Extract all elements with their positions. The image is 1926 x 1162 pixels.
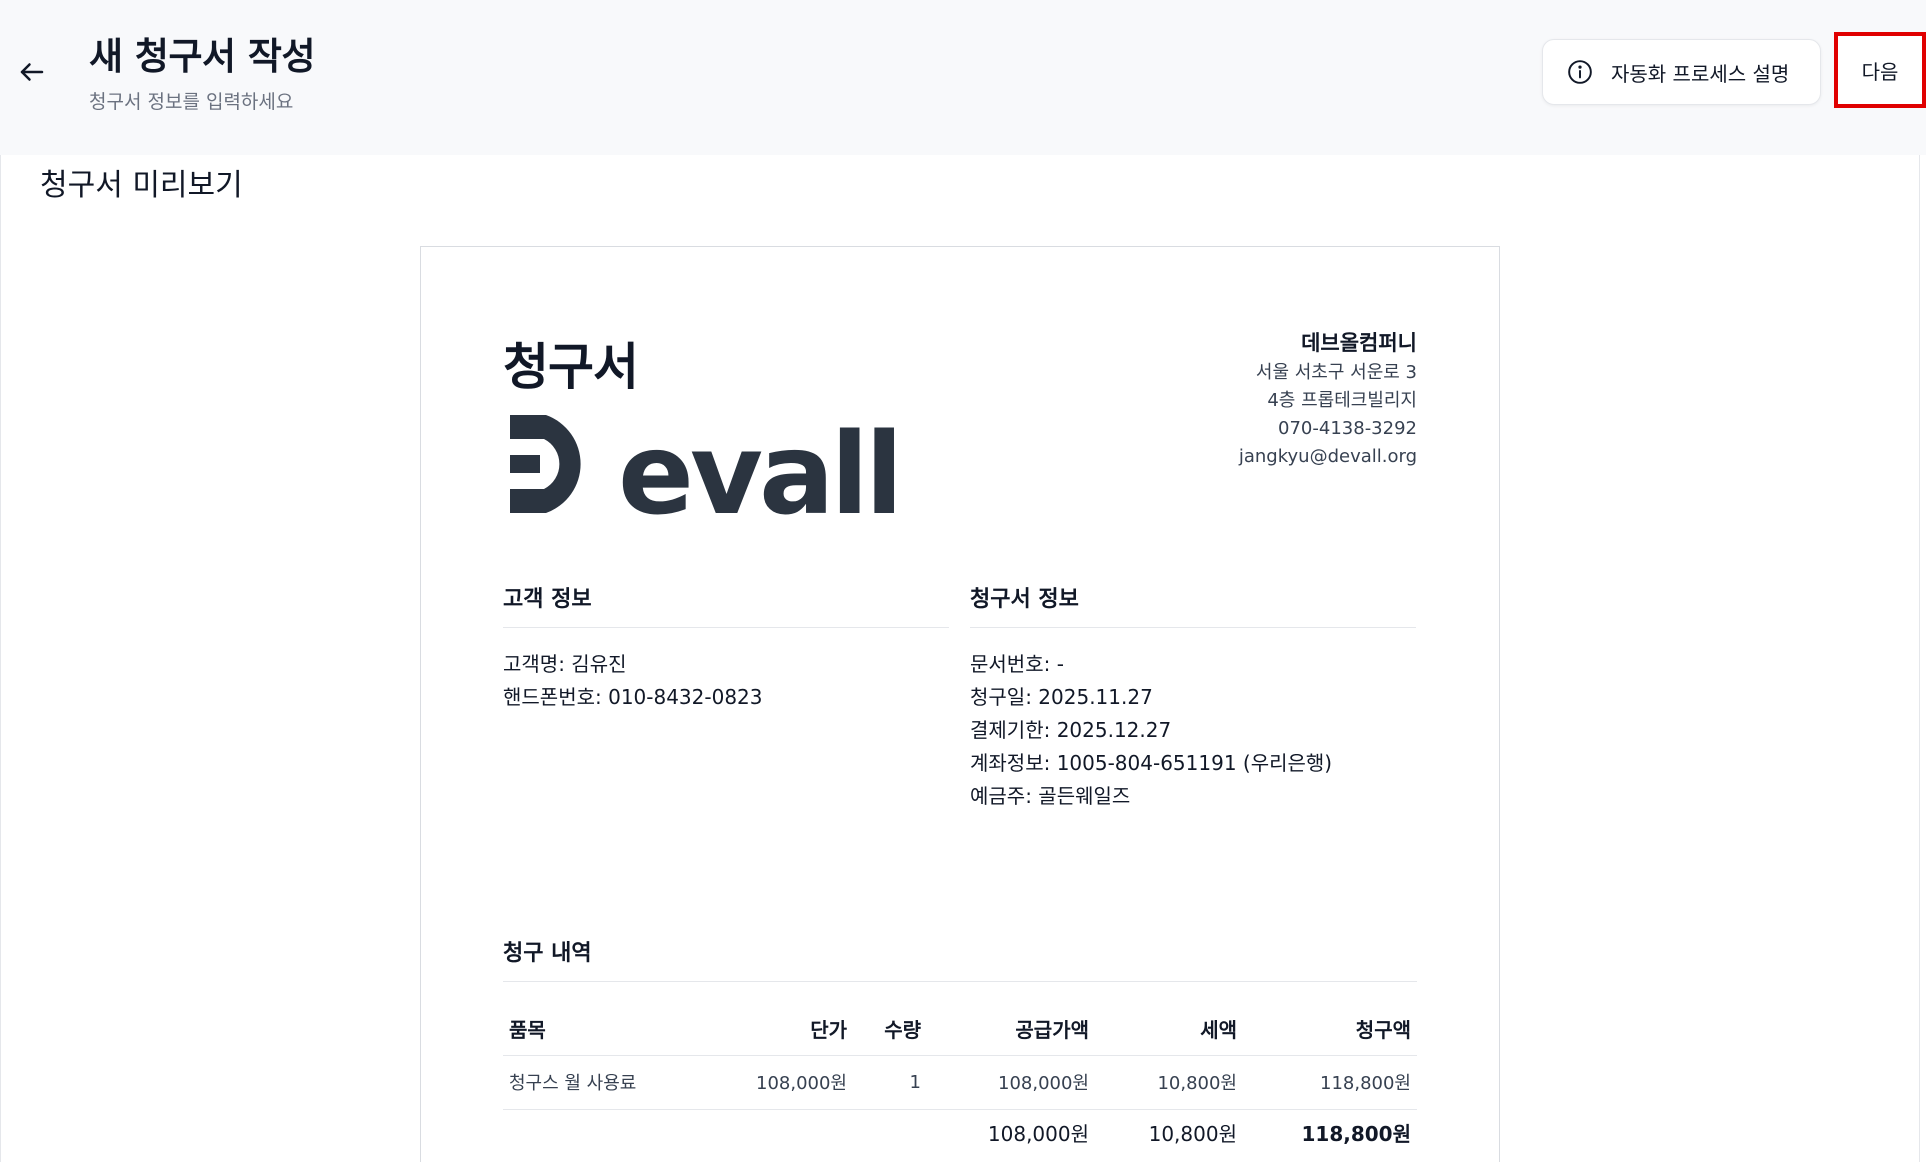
account-info: 계좌정보: 1005-804-651191 (우리은행): [970, 751, 1333, 775]
payment-due: 결제기한: 2025.12.27: [970, 718, 1172, 742]
process-info-label: 자동화 프로세스 설명: [1611, 61, 1790, 86]
page-subtitle: 청구서 정보를 입력하세요: [89, 91, 294, 113]
item-total: 118,800원: [1243, 1055, 1417, 1110]
column-header: 수량: [853, 1003, 927, 1056]
column-header: 단가: [713, 1003, 853, 1056]
document-number: 문서번호: -: [970, 652, 1064, 676]
svg-text:evall: evall: [618, 410, 899, 519]
company-address-1: 서울 서초구 서운로 3: [1255, 362, 1417, 383]
company-address-2: 4층 프롭테크빌리지: [1267, 390, 1417, 411]
page-header: 새 청구서 작성 청구서 정보를 입력하세요 자동화 프로세스 설명 다음: [0, 0, 1926, 155]
company-phone: 070-4138-3292: [1278, 418, 1417, 439]
totals-row: 108,000원 10,800원 118,800원: [503, 1109, 1417, 1155]
account-holder: 예금주: 골든웨일즈: [970, 784, 1131, 808]
column-header: 품목: [503, 1003, 713, 1056]
devall-logo: evall: [510, 410, 903, 519]
back-button[interactable]: [12, 52, 52, 92]
items-section-title: 청구 내역: [503, 935, 1417, 982]
customer-section-title: 고객 정보: [503, 581, 949, 628]
company-name: 데브올컴퍼니: [1301, 331, 1417, 355]
company-info: 데브올컴퍼니 서울 서초구 서운로 3 4층 프롭테크빌리지 070-4138-…: [1239, 329, 1417, 471]
customer-section: 고객 정보 고객명: 김유진 핸드폰번호: 010-8432-0823: [503, 581, 949, 714]
item-supply-amount: 108,000원: [927, 1055, 1095, 1110]
item-quantity: 1: [853, 1055, 927, 1110]
arrow-left-icon: [20, 63, 44, 81]
process-info-button[interactable]: 자동화 프로세스 설명: [1542, 39, 1821, 105]
invoice-date: 청구일: 2025.11.27: [970, 685, 1153, 709]
column-header: 공급가액: [927, 1003, 1095, 1056]
next-button[interactable]: 다음: [1834, 32, 1926, 108]
invoice-document: 청구서 evall 데브올컴퍼니 서울 서초구 서운로 3 4층 프롭테크빌리지…: [420, 246, 1500, 1162]
customer-name: 고객명: 김유진: [503, 652, 627, 676]
table-row: 청구스 월 사용료 108,000원 1 108,000원 10,800원 11…: [503, 1055, 1417, 1110]
invoice-heading: 청구서: [503, 338, 639, 396]
total-tax: 10,800원: [1148, 1121, 1237, 1146]
column-header: 청구액: [1243, 1003, 1417, 1056]
company-email: jangkyu@devall.org: [1238, 446, 1417, 467]
items-table: 품목 단가 수량 공급가액 세액 청구액 청구스 월 사용료 108,000원 …: [503, 1003, 1417, 1155]
item-unit-price: 108,000원: [713, 1055, 853, 1110]
preview-title: 청구서 미리보기: [40, 168, 243, 203]
customer-phone: 핸드폰번호: 010-8432-0823: [503, 685, 763, 709]
item-tax: 10,800원: [1095, 1055, 1243, 1110]
item-name: 청구스 월 사용료: [503, 1055, 713, 1110]
table-header-row: 품목 단가 수량 공급가액 세액 청구액: [503, 1003, 1417, 1056]
total-supply: 108,000원: [987, 1121, 1089, 1146]
grand-total: 118,800원: [1301, 1121, 1412, 1146]
invoice-info-section: 청구서 정보 문서번호: - 청구일: 2025.11.27 결제기한: 202…: [970, 581, 1416, 813]
invoice-info-title: 청구서 정보: [970, 581, 1416, 628]
column-header: 세액: [1095, 1003, 1243, 1056]
page-title: 새 청구서 작성: [89, 35, 316, 78]
info-circle-icon: [1567, 59, 1593, 85]
